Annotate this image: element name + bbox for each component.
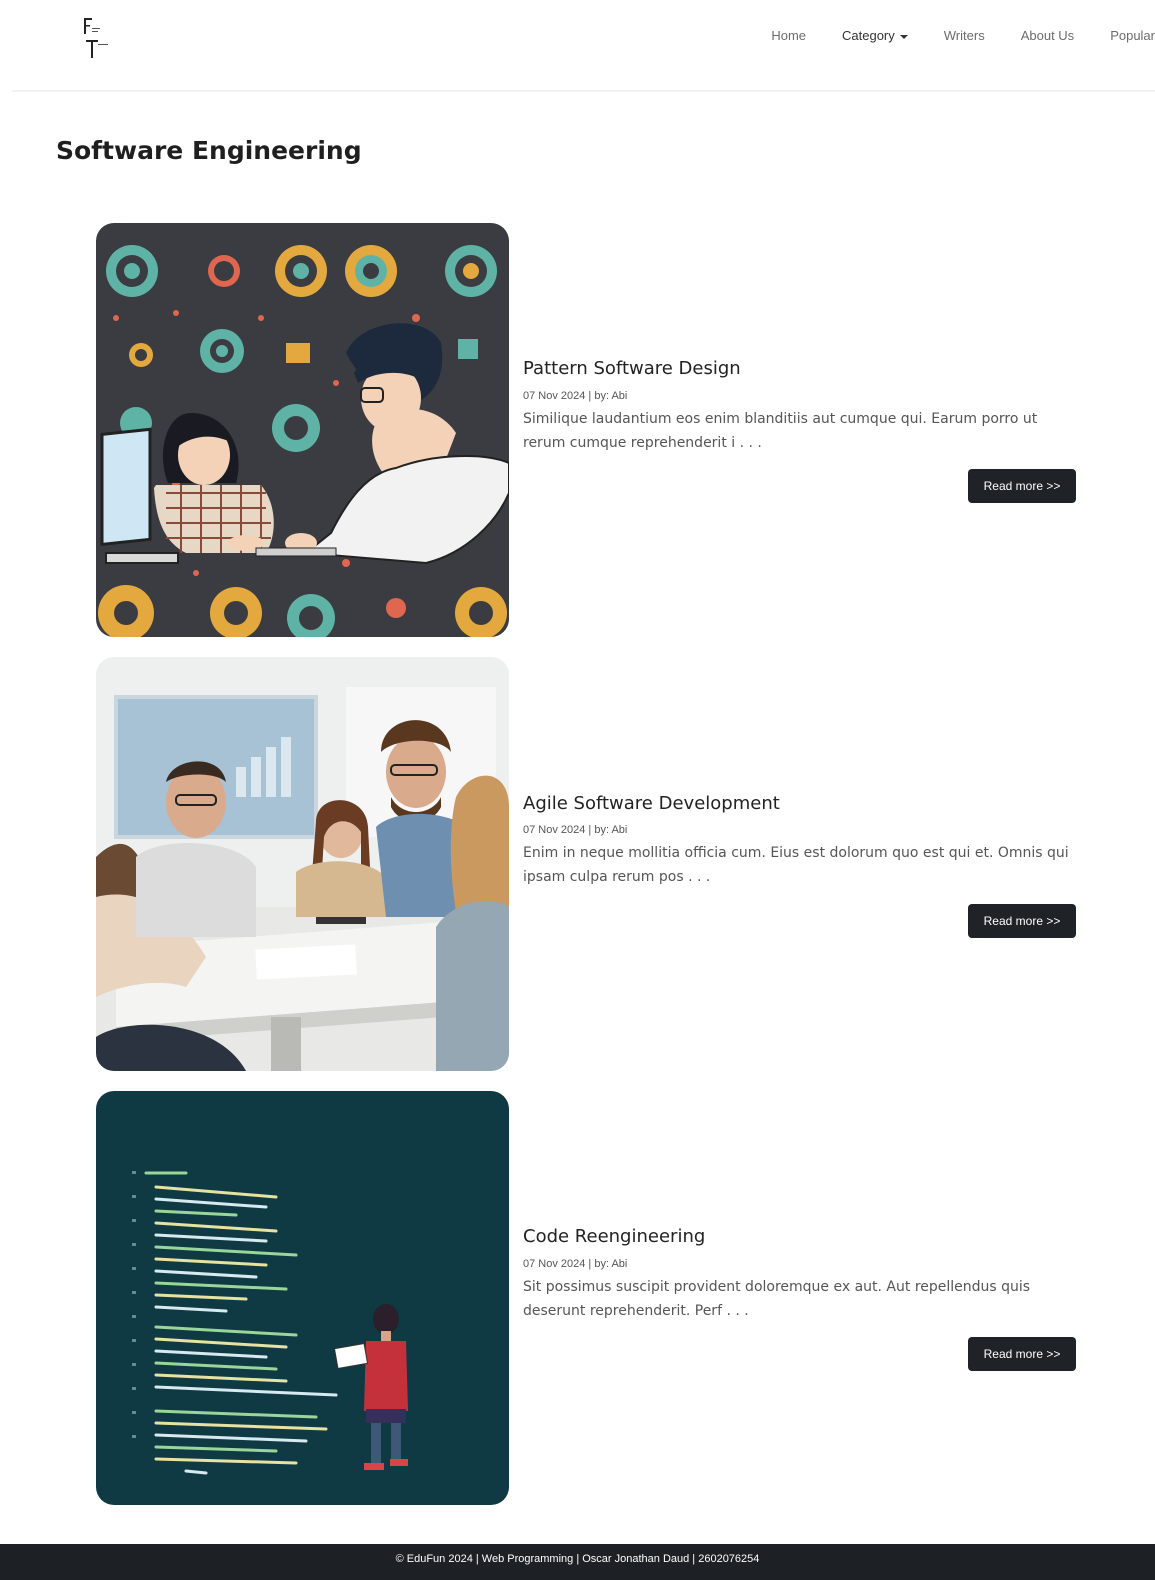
article-meta: 07 Nov 2024 | by: Abi: [523, 390, 628, 402]
read-more-button[interactable]: Read more >>: [968, 469, 1076, 503]
article-content: Code Reengineering 07 Nov 2024 | by: Abi…: [523, 1091, 1076, 1505]
article-excerpt: Sit possimus suscipit provident doloremq…: [523, 1279, 1031, 1319]
caret-down-icon: [899, 34, 908, 39]
footer-text: © EduFun 2024 | Web Programming | Oscar …: [395, 1553, 760, 1565]
article-card: Pattern Software Design 07 Nov 2024 | by…: [96, 223, 1096, 637]
edufun-logo[interactable]: [82, 14, 116, 62]
article-excerpt: Similique laudantium eos enim blanditiis…: [523, 411, 1038, 451]
article-content: Pattern Software Design 07 Nov 2024 | by…: [523, 223, 1076, 637]
article-meta: 07 Nov 2024 | by: Abi: [523, 824, 628, 836]
article-thumbnail[interactable]: [96, 223, 509, 637]
article-title[interactable]: Agile Software Development: [523, 793, 780, 814]
page-title: Software Engineering: [56, 136, 362, 165]
footer: © EduFun 2024 | Web Programming | Oscar …: [0, 1544, 1155, 1580]
nav-category-label: Category: [842, 28, 895, 43]
nav-home[interactable]: Home: [771, 28, 806, 43]
nav-writers[interactable]: Writers: [944, 28, 985, 43]
nav-links: Home Category Writers About Us Popular: [735, 28, 1155, 43]
article-title[interactable]: Pattern Software Design: [523, 358, 741, 379]
navbar: Home Category Writers About Us Popular: [12, 0, 1155, 92]
article-title[interactable]: Code Reengineering: [523, 1226, 705, 1247]
article-thumbnail[interactable]: [96, 657, 509, 1071]
nav-category[interactable]: Category: [842, 28, 908, 43]
article-card: Agile Software Development 07 Nov 2024 |…: [96, 657, 1096, 1071]
article-content: Agile Software Development 07 Nov 2024 |…: [523, 657, 1076, 1071]
nav-popular[interactable]: Popular: [1110, 28, 1155, 43]
article-meta: 07 Nov 2024 | by: Abi: [523, 1258, 628, 1270]
article-excerpt: Enim in neque mollitia officia cum. Eius…: [523, 845, 1069, 885]
article-card: Code Reengineering 07 Nov 2024 | by: Abi…: [96, 1091, 1096, 1505]
article-thumbnail[interactable]: [96, 1091, 509, 1505]
read-more-button[interactable]: Read more >>: [968, 1337, 1076, 1371]
read-more-button[interactable]: Read more >>: [968, 904, 1076, 938]
nav-about-us[interactable]: About Us: [1021, 28, 1074, 43]
